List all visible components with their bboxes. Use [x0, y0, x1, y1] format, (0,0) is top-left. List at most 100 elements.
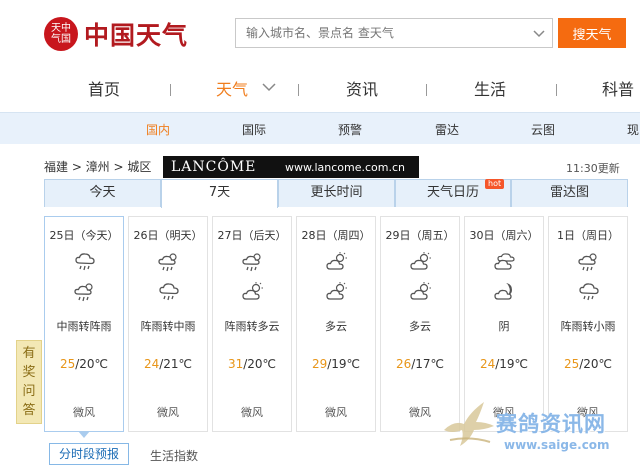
- day-date: 26日（明天）: [133, 229, 203, 242]
- hot-badge: hot: [485, 179, 505, 189]
- temp-low: /19℃: [327, 357, 361, 371]
- temp-high: 29: [311, 357, 328, 371]
- temp-high: 25: [59, 357, 76, 371]
- shower-icon: [578, 253, 597, 272]
- cloudy-moon-icon: [494, 282, 513, 300]
- day-description: 多云: [325, 320, 347, 333]
- feedback-char: 奖: [22, 365, 36, 380]
- day-temperature: 24/21℃: [129, 357, 207, 371]
- overcast-icon: [494, 253, 515, 270]
- day-wind: 微风: [73, 406, 95, 419]
- search-button[interactable]: 搜天气: [558, 18, 626, 48]
- main-nav: 首页 天气 资讯 生活 科普: [0, 66, 640, 110]
- site-logo[interactable]: 天中气国 中国天气: [44, 16, 188, 52]
- nav-item-life[interactable]: 生活: [474, 76, 506, 100]
- day-description: 阵雨转小雨: [560, 320, 616, 333]
- hourly-forecast-button[interactable]: 分时段预报: [49, 443, 129, 465]
- watermark: 赛鸽资讯网 www.saige.com: [440, 396, 630, 462]
- rain-cloud-icon: [579, 283, 599, 301]
- chevron-down-icon[interactable]: [262, 82, 276, 92]
- subnav-item-domestic[interactable]: 国内: [146, 121, 170, 138]
- ad-brand: LANCÔME: [171, 159, 257, 175]
- temp-high: 31: [227, 357, 244, 371]
- chevron-down-icon[interactable]: [532, 26, 546, 40]
- watermark-name: 赛鸽资讯网: [496, 412, 606, 436]
- logo-text: 中国天气: [84, 21, 189, 50]
- day-wind: 微风: [241, 406, 263, 419]
- search-input[interactable]: [236, 19, 526, 47]
- day-description: 阵雨转多云: [224, 320, 280, 333]
- temp-low: /17℃: [411, 357, 445, 371]
- tab-7day[interactable]: 7天: [161, 179, 278, 208]
- shower-icon: [242, 253, 261, 272]
- temp-low: /20℃: [75, 357, 109, 371]
- day-date: 30日（周六）: [469, 229, 539, 242]
- temp-high: 25: [563, 357, 580, 371]
- sub-nav: 国内 国际 预警 雷达 云图 现: [0, 112, 640, 144]
- temp-low: /19℃: [495, 357, 529, 371]
- subnav-item-more[interactable]: 现: [627, 121, 639, 138]
- temp-high: 26: [395, 357, 412, 371]
- nav-divider: [556, 84, 557, 96]
- nav-item-weather[interactable]: 天气: [216, 76, 248, 100]
- tab-radar[interactable]: 雷达图: [511, 179, 628, 207]
- partly-cloudy-icon: [410, 281, 432, 300]
- life-index-link[interactable]: 生活指数: [150, 447, 198, 464]
- day-temperature: 25/20℃: [45, 357, 123, 371]
- search-box[interactable]: [235, 18, 553, 48]
- partly-cloudy-icon: [410, 251, 432, 270]
- day-description: 多云: [409, 320, 431, 333]
- subnav-item-cloud[interactable]: 云图: [531, 121, 555, 138]
- update-time: 11:30更新: [566, 162, 620, 175]
- nav-item-home[interactable]: 首页: [88, 76, 120, 100]
- shower-icon: [74, 283, 93, 302]
- ad-banner[interactable]: LANCÔME www.lancome.com.cn: [163, 156, 419, 178]
- rain-cloud-icon: [75, 253, 95, 271]
- nav-item-news[interactable]: 资讯: [346, 76, 378, 100]
- partly-cloudy-icon: [242, 281, 264, 300]
- nav-item-science[interactable]: 科普: [602, 76, 634, 100]
- partly-cloudy-icon: [326, 251, 348, 270]
- forecast-day[interactable]: 27日（后天） 阵雨转多云 31/20℃ 微风: [212, 216, 292, 432]
- tab-today[interactable]: 今天: [44, 179, 161, 207]
- day-date: 1日（周日）: [557, 229, 619, 242]
- forecast-day[interactable]: 28日（周四） 多云 29/19℃ 微风: [296, 216, 376, 432]
- temp-low: /21℃: [159, 357, 193, 371]
- day-description: 阵雨转中雨: [140, 320, 196, 333]
- day-temperature: 24/19℃: [465, 357, 543, 371]
- breadcrumb[interactable]: 福建 > 漳州 > 城区: [44, 158, 151, 175]
- temp-low: /20℃: [243, 357, 277, 371]
- forecast-day[interactable]: 26日（明天） 阵雨转中雨 24/21℃ 微风: [128, 216, 208, 432]
- day-date: 29日（周五）: [385, 229, 455, 242]
- day-temperature: 31/20℃: [213, 357, 291, 371]
- subnav-item-radar[interactable]: 雷达: [435, 121, 459, 138]
- rain-cloud-icon: [159, 283, 179, 301]
- nav-divider: [298, 84, 299, 96]
- temp-high: 24: [479, 357, 496, 371]
- nav-divider: [170, 84, 171, 96]
- feedback-char: 问: [22, 384, 36, 399]
- day-date: 28日（周四）: [301, 229, 371, 242]
- feedback-tab[interactable]: 有 奖 问 答: [16, 340, 42, 424]
- temp-high: 24: [143, 357, 160, 371]
- day-description: 阴: [498, 320, 510, 333]
- partly-cloudy-icon: [326, 281, 348, 300]
- subnav-item-international[interactable]: 国际: [242, 121, 266, 138]
- watermark-url: www.saige.com: [504, 438, 610, 452]
- pointer-caret-icon: [78, 431, 90, 438]
- pigeon-logo-icon: [444, 402, 494, 446]
- logo-seal-text: 天中气国: [51, 23, 71, 45]
- subnav-item-warning[interactable]: 预警: [338, 121, 362, 138]
- ad-url: www.lancome.com.cn: [285, 160, 406, 174]
- day-date: 27日（后天）: [217, 229, 287, 242]
- feedback-char: 答: [22, 403, 36, 418]
- tab-longer[interactable]: 更长时间: [278, 179, 395, 207]
- day-wind: 微风: [325, 406, 347, 419]
- forecast-day[interactable]: 25日（今天） 中雨转阵雨 25/20℃ 微风: [44, 216, 124, 432]
- feedback-char: 有: [22, 346, 36, 361]
- day-wind: 微风: [157, 406, 179, 419]
- forecast-tabs: 今天 7天 更长时间 天气日历 雷达图: [44, 179, 628, 208]
- day-temperature: 25/20℃: [549, 357, 627, 371]
- day-description: 中雨转阵雨: [56, 320, 112, 333]
- temp-low: /20℃: [579, 357, 613, 371]
